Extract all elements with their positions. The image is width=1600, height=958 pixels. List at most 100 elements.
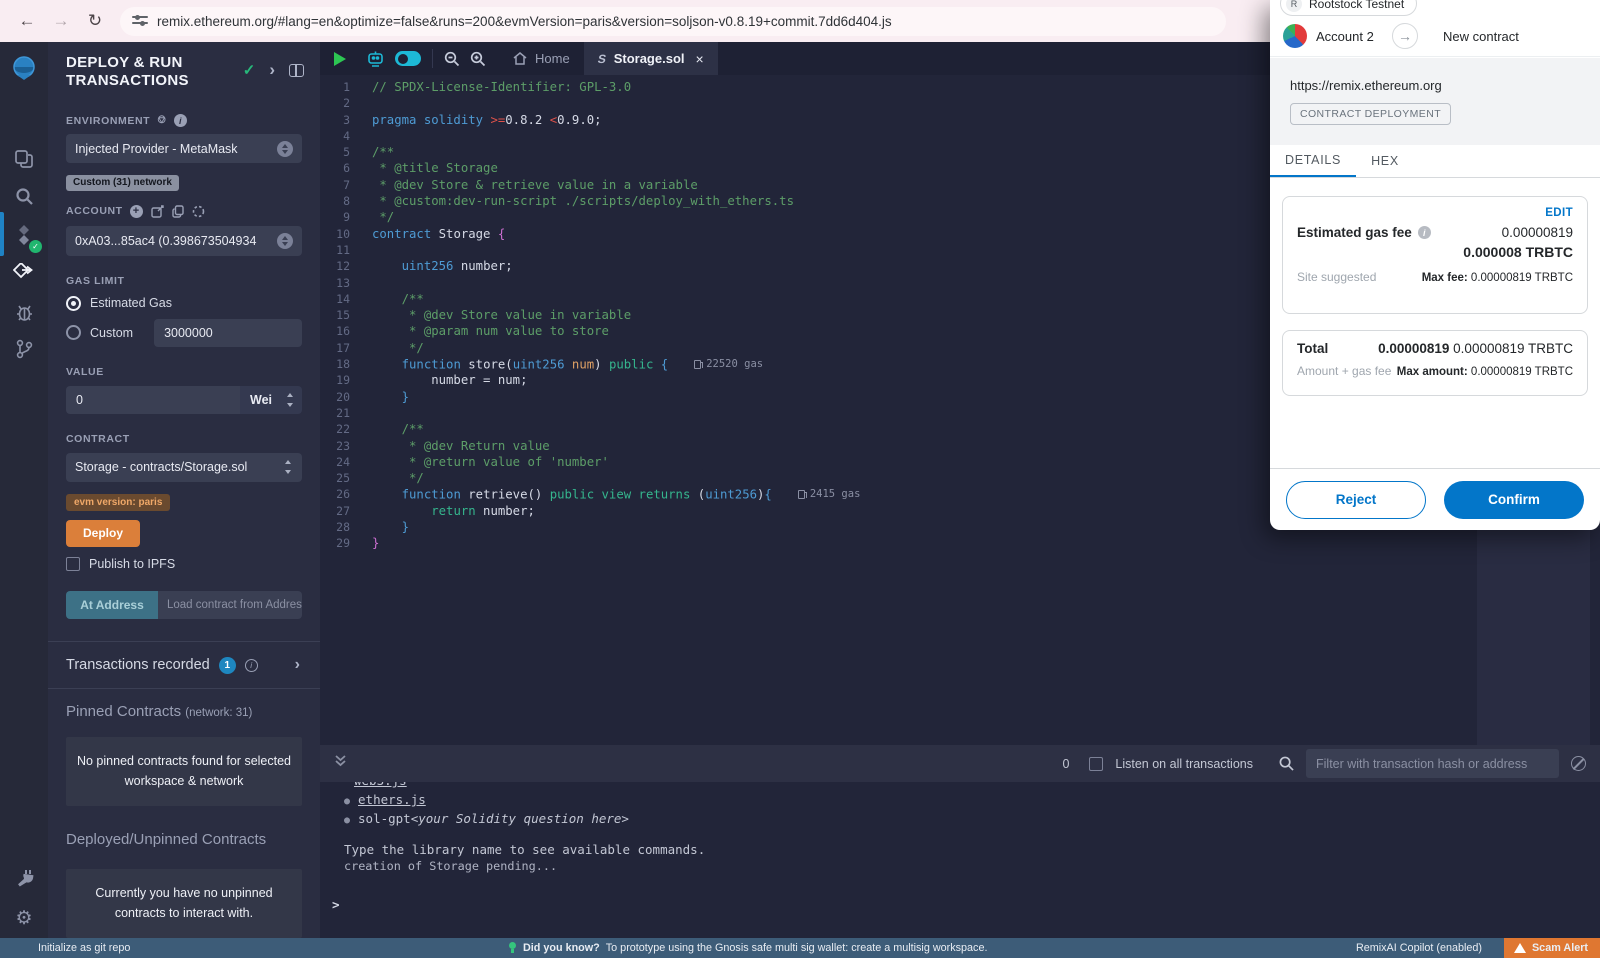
refresh-spinner-icon[interactable]: [192, 205, 205, 218]
status-bar: Initialize as git repo Did you know? To …: [0, 938, 1600, 958]
solidity-file-icon: S: [596, 52, 607, 66]
environment-select[interactable]: Injected Provider - MetaMask: [66, 134, 302, 163]
terminal-link-ethers[interactable]: ●ethers.js: [344, 791, 1586, 810]
value-input[interactable]: 0: [66, 386, 240, 414]
at-address-input[interactable]: Load contract from Addres: [158, 591, 302, 619]
tab-storage-sol[interactable]: S Storage.sol: [584, 42, 718, 75]
collapse-terminal-icon[interactable]: [334, 754, 347, 773]
gas-fee-card: EDIT Estimated gas fee 0.00000819 0.0000…: [1282, 196, 1588, 314]
confirm-button[interactable]: Confirm: [1444, 481, 1584, 519]
copilot-status[interactable]: RemixAI Copilot (enabled): [1356, 942, 1482, 954]
amount-gas-label: Amount + gas fee: [1297, 364, 1391, 378]
copy-account-icon[interactable]: [172, 205, 184, 218]
account-avatar: [1283, 24, 1307, 48]
git-icon[interactable]: [0, 329, 48, 369]
transactions-info-icon[interactable]: [245, 659, 258, 672]
tab-details[interactable]: DETAILS: [1270, 145, 1356, 177]
terminal-search-icon[interactable]: [1279, 756, 1294, 771]
close-tab-icon[interactable]: [696, 51, 704, 67]
gas-estimate-badge: 2415 gas: [798, 486, 861, 502]
listen-all-label: Listen on all transactions: [1115, 757, 1253, 771]
url-text: remix.ethereum.org/#lang=en&optimize=fal…: [157, 14, 892, 29]
fuel-icon: [694, 360, 701, 369]
site-suggested-label: Site suggested: [1297, 270, 1376, 284]
file-explorer-icon[interactable]: [0, 139, 48, 179]
reject-button[interactable]: Reject: [1286, 481, 1426, 519]
reload-icon[interactable]: ↻: [78, 4, 112, 38]
account-select[interactable]: 0xA03...85ac4 (0.398673504934: [66, 226, 302, 256]
debugger-icon[interactable]: [0, 292, 48, 332]
account-label: ACCOUNT: [66, 205, 302, 218]
pin-panel-icon[interactable]: [289, 64, 304, 77]
terminal-toolbar: 0 Listen on all transactions Filter with…: [320, 745, 1600, 782]
back-icon[interactable]: ←: [10, 4, 44, 38]
pinned-empty-message: No pinned contracts found for selected w…: [66, 737, 302, 806]
tab-hex[interactable]: HEX: [1356, 145, 1414, 177]
zoom-out-icon[interactable]: [439, 42, 465, 75]
edit-account-icon[interactable]: [151, 205, 164, 218]
publish-ipfs-checkbox[interactable]: Publish to IPFS: [66, 557, 302, 571]
compile-success-badge: [29, 240, 42, 253]
run-script-icon[interactable]: [320, 42, 360, 75]
environment-label: ENVIRONMENT ⎊: [66, 114, 302, 127]
copilot-toggle[interactable]: [390, 42, 426, 75]
at-address-button[interactable]: At Address: [66, 591, 158, 619]
listen-all-checkbox[interactable]: [1089, 757, 1103, 771]
compiled-check-icon: [243, 61, 256, 79]
contract-select[interactable]: Storage - contracts/Storage.sol: [66, 453, 302, 482]
terminal-line-solgpt: ●sol-gpt <your Solidity question here>: [344, 810, 1586, 829]
evm-version-badge: evm version: paris: [66, 494, 170, 511]
panel-title: DEPLOY & RUN TRANSACTIONS: [66, 54, 236, 90]
zoom-in-icon[interactable]: [465, 42, 491, 75]
deploy-run-icon[interactable]: [0, 253, 48, 293]
contract-label: CONTRACT: [66, 433, 302, 445]
git-init-status[interactable]: Initialize as git repo: [38, 942, 130, 954]
terminal-line-clipped[interactable]: web3.js: [344, 782, 1586, 791]
terminal-pending-line: creation of Storage pending...: [344, 858, 1586, 875]
site-settings-icon[interactable]: [132, 13, 148, 29]
plugin-manager-icon[interactable]: [0, 858, 48, 898]
network-initial-icon: R: [1286, 0, 1302, 12]
gas-fee-crypto: 0.000008 TRBTC: [1297, 244, 1573, 260]
add-account-icon[interactable]: [130, 205, 143, 218]
custom-gas-input[interactable]: 3000000: [154, 319, 302, 347]
custom-gas-radio[interactable]: Custom 3000000: [66, 319, 302, 347]
terminal-prompt[interactable]: >: [332, 897, 340, 912]
edit-gas-link[interactable]: EDIT: [1297, 207, 1573, 219]
scam-alert-badge[interactable]: Scam Alert: [1504, 938, 1600, 958]
collapse-panel-icon[interactable]: [269, 60, 275, 80]
metamask-popup: R Rootstock Testnet Account 2 New contra…: [1270, 0, 1600, 530]
solidity-compiler-icon[interactable]: [0, 215, 48, 255]
forward-icon[interactable]: →: [44, 4, 78, 38]
gas-info-icon[interactable]: [1418, 226, 1431, 239]
home-icon: [513, 52, 527, 65]
gas-fee-value: 0.00000819: [1502, 225, 1573, 240]
transactions-recorded-row[interactable]: Transactions recorded 1: [66, 642, 302, 688]
value-unit-select[interactable]: Wei: [240, 386, 302, 414]
deploy-run-panel: DEPLOY & RUN TRANSACTIONS ENVIRONMENT ⎊ …: [48, 42, 320, 938]
account-name: Account 2: [1316, 29, 1374, 44]
stepper-icon: [284, 459, 293, 475]
popup-footer: Reject Confirm: [1270, 468, 1600, 530]
environment-info-icon[interactable]: [174, 114, 187, 127]
origin-section: https://remix.ethereum.org CONTRACT DEPL…: [1270, 58, 1600, 145]
network-pill[interactable]: R Rootstock Testnet: [1280, 0, 1417, 16]
deploy-button[interactable]: Deploy: [66, 520, 140, 547]
lightbulb-icon: [508, 942, 517, 954]
clear-console-icon[interactable]: [1571, 756, 1586, 771]
terminal-filter-input[interactable]: Filter with transaction hash or address: [1306, 749, 1559, 778]
search-icon[interactable]: [0, 176, 48, 216]
did-you-know-label: Did you know?: [523, 942, 600, 954]
terminal: 0 Listen on all transactions Filter with…: [320, 745, 1600, 938]
expand-transactions-icon[interactable]: [295, 656, 300, 674]
ai-copilot-icon[interactable]: [360, 42, 390, 75]
settings-gear-icon[interactable]: ⚙: [0, 898, 48, 938]
total-card: Total 0.00000819 0.00000819 TRBTC Amount…: [1282, 330, 1588, 396]
estimated-gas-radio[interactable]: Estimated Gas: [66, 296, 302, 311]
did-you-know-text: To prototype using the Gnosis safe multi…: [606, 942, 988, 954]
remix-logo-icon[interactable]: [0, 48, 48, 88]
network-badge: Custom (31) network: [66, 175, 179, 191]
tab-home[interactable]: Home: [499, 42, 584, 75]
url-bar[interactable]: remix.ethereum.org/#lang=en&optimize=fal…: [120, 7, 1226, 36]
transaction-count: 0: [1062, 757, 1069, 771]
